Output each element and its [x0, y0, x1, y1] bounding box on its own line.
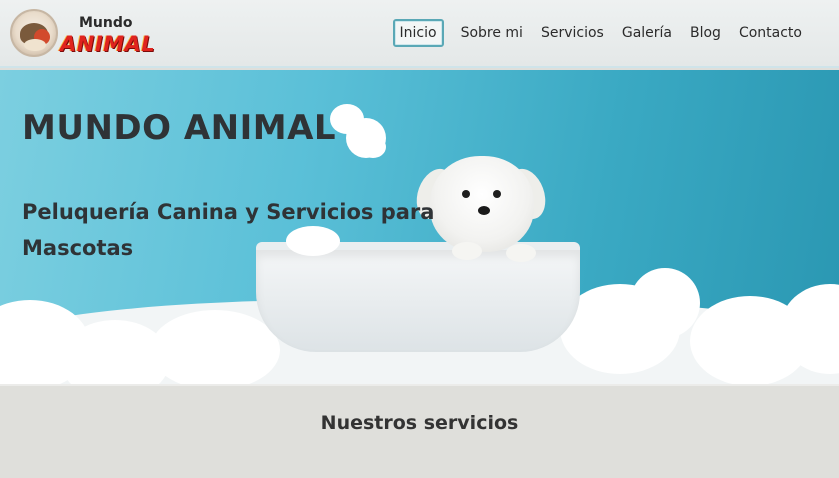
nav-sobre-mi[interactable]: Sobre mi	[452, 20, 532, 46]
dog-image	[430, 156, 534, 252]
foam-bubble	[150, 310, 280, 384]
dog-paw-left	[452, 242, 482, 260]
dog-paw-right	[506, 244, 536, 262]
site-header: Mundo ANIMAL Inicio Sobre mi Servicios G…	[0, 0, 839, 68]
bubble-cloud-top-3	[360, 136, 386, 158]
nav-galeria[interactable]: Galería	[613, 20, 681, 46]
nav-inicio[interactable]: Inicio	[392, 19, 444, 47]
nav-servicios[interactable]: Servicios	[532, 20, 613, 46]
services-section: Nuestros servicios	[0, 384, 839, 478]
main-nav: Inicio Sobre mi Servicios Galería Blog C…	[392, 17, 811, 49]
logo-badge-image	[10, 9, 58, 57]
site-logo[interactable]: Mundo ANIMAL	[10, 9, 160, 59]
hero-title: MUNDO ANIMAL	[22, 108, 337, 148]
services-title: Nuestros servicios	[320, 412, 519, 434]
hero-subtitle: Peluquería Canina y Servicios para Masco…	[22, 200, 435, 260]
dog-nose	[478, 206, 490, 215]
dog-eye-left	[462, 190, 470, 198]
nav-blog[interactable]: Blog	[681, 20, 730, 46]
foam-bubble	[630, 268, 700, 338]
dog-eye-right	[493, 190, 501, 198]
logo-text-bottom: ANIMAL	[60, 32, 156, 56]
hero-banner: MUNDO ANIMAL Peluquería Canina y Servici…	[0, 70, 839, 384]
nav-contacto[interactable]: Contacto	[730, 20, 811, 46]
logo-text-top: Mundo	[79, 15, 133, 31]
logo-pet-shape	[24, 39, 46, 51]
